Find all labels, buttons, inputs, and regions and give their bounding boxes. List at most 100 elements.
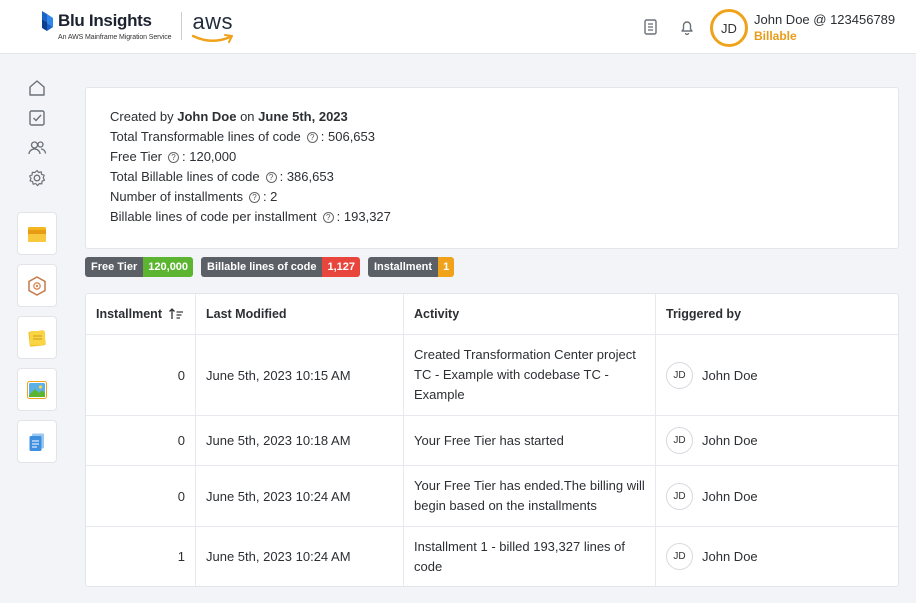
summary-line: Billable lines of code per installment ?… bbox=[110, 207, 874, 227]
badge-label: Billable lines of code bbox=[201, 257, 323, 277]
summary-value: : 120,000 bbox=[182, 149, 237, 164]
triggered-by-cell: JD John Doe bbox=[656, 527, 898, 586]
created-date: June 5th, 2023 bbox=[258, 109, 348, 124]
activity-cell: Your Free Tier has started bbox=[404, 416, 656, 465]
created-prefix: Created by bbox=[110, 109, 174, 124]
installment-cell: 1 bbox=[86, 527, 196, 586]
summary-label: Billable lines of code per installment bbox=[110, 209, 317, 224]
user-name[interactable]: John Doe @ 123456789 bbox=[754, 12, 895, 27]
created-line: Created by John Doe on June 5th, 2023 bbox=[110, 107, 874, 127]
help-icon[interactable]: ? bbox=[168, 151, 180, 163]
triggered-by-cell: JD John Doe bbox=[656, 466, 898, 526]
user-avatar[interactable]: JD bbox=[710, 9, 748, 47]
aws-logo: aws bbox=[192, 10, 236, 44]
user-avatar: JD bbox=[666, 427, 693, 454]
badge-value: 120,000 bbox=[143, 257, 194, 277]
activity-cell: Installment 1 - billed 193,327 lines of … bbox=[404, 527, 656, 586]
folder-tile[interactable] bbox=[17, 212, 57, 255]
activity-cell: Your Free Tier has ended.The billing wil… bbox=[404, 466, 656, 526]
last-modified-cell: June 5th, 2023 10:15 AM bbox=[196, 335, 404, 415]
last-modified-cell: June 5th, 2023 10:18 AM bbox=[196, 416, 404, 465]
filter-badges: Free Tier 120,000 Billable lines of code… bbox=[85, 257, 455, 277]
activity-text: Installment 1 - billed 193,327 lines of … bbox=[414, 538, 626, 574]
sort-ascending-icon[interactable] bbox=[168, 307, 184, 321]
summary-line: Free Tier ? : 120,000 bbox=[110, 147, 874, 167]
brand-subtitle: An AWS Mainframe Migration Service bbox=[58, 34, 172, 41]
triggered-by-cell: JD John Doe bbox=[656, 416, 898, 465]
table-header-row: Installment Last Modified Activity Trigg… bbox=[86, 294, 898, 335]
package-tile[interactable] bbox=[17, 264, 57, 307]
image-icon bbox=[27, 380, 47, 399]
summary-value: : 2 bbox=[262, 189, 278, 204]
table-row[interactable]: 0 June 5th, 2023 10:18 AM Your Free Tier… bbox=[86, 416, 898, 466]
badge-value: 1 bbox=[438, 257, 455, 277]
last-modified-cell: June 5th, 2023 10:24 AM bbox=[196, 466, 404, 526]
summary-label: Number of installments bbox=[110, 189, 243, 204]
brand-divider bbox=[181, 12, 183, 40]
summary-label: Total Billable lines of code bbox=[110, 169, 260, 184]
triggered-by-cell: JD John Doe bbox=[656, 335, 898, 415]
project-summary-card: Created by John Doe on June 5th, 2023 To… bbox=[85, 87, 899, 249]
notifications-bell-icon[interactable] bbox=[678, 18, 696, 36]
sticky-note-icon bbox=[28, 329, 46, 347]
top-bar: Blu Insights An AWS Mainframe Migration … bbox=[0, 0, 916, 54]
help-icon[interactable]: ? bbox=[248, 191, 260, 203]
summary-value: : 386,653 bbox=[279, 169, 334, 184]
activity-text: Your Free Tier has ended.The billing wil… bbox=[414, 478, 645, 513]
installment-badge[interactable]: Installment 1 bbox=[368, 257, 455, 277]
col-header-label: Activity bbox=[414, 307, 460, 321]
col-header-label: Last Modified bbox=[206, 307, 287, 321]
home-icon[interactable] bbox=[27, 78, 47, 98]
free-tier-badge[interactable]: Free Tier 120,000 bbox=[85, 257, 194, 277]
installment-cell: 0 bbox=[86, 335, 196, 415]
user-name: John Doe bbox=[702, 488, 758, 504]
activity-text: Created Transformation Center project TC… bbox=[414, 347, 636, 402]
folder-icon bbox=[28, 226, 46, 242]
users-icon[interactable] bbox=[27, 138, 47, 158]
user-avatar: JD bbox=[666, 482, 693, 510]
user-name: John Doe bbox=[702, 367, 758, 383]
package-icon bbox=[28, 275, 46, 296]
badge-label: Free Tier bbox=[85, 257, 144, 277]
sticky-note-tile[interactable] bbox=[17, 316, 57, 359]
badge-label: Installment bbox=[368, 257, 439, 277]
billable-loc-badge[interactable]: Billable lines of code 1,127 bbox=[201, 257, 360, 277]
tasks-icon[interactable] bbox=[27, 108, 47, 128]
help-icon[interactable]: ? bbox=[322, 211, 334, 223]
table-row[interactable]: 0 June 5th, 2023 10:24 AM Your Free Tier… bbox=[86, 466, 898, 527]
summary-line: Number of installments ? : 2 bbox=[110, 187, 874, 207]
settings-icon[interactable] bbox=[27, 168, 47, 188]
documentation-icon[interactable] bbox=[642, 18, 660, 36]
help-icon[interactable]: ? bbox=[265, 171, 277, 183]
table-row[interactable]: 0 June 5th, 2023 10:15 AM Created Transf… bbox=[86, 335, 898, 416]
summary-value: : 506,653 bbox=[320, 129, 375, 144]
badge-value: 1,127 bbox=[322, 257, 360, 277]
summary-value: : 193,327 bbox=[336, 209, 391, 224]
help-icon[interactable]: ? bbox=[306, 131, 318, 143]
brand-name: Blu Insights bbox=[58, 11, 152, 30]
summary-line: Total Transformable lines of code ? : 50… bbox=[110, 127, 874, 147]
col-header-label: Triggered by bbox=[666, 307, 742, 321]
brand-logo[interactable]: Blu Insights An AWS Mainframe Migration … bbox=[40, 10, 236, 44]
image-tile[interactable] bbox=[17, 368, 57, 411]
blu-insights-logo-icon bbox=[40, 10, 55, 32]
user-avatar: JD bbox=[666, 361, 693, 389]
installment-cell: 0 bbox=[86, 466, 196, 526]
activity-cell: Created Transformation Center project TC… bbox=[404, 335, 656, 415]
summary-label: Free Tier bbox=[110, 149, 163, 164]
summary-line: Total Billable lines of code ? : 386,653 bbox=[110, 167, 874, 187]
col-activity-header[interactable]: Activity bbox=[404, 294, 656, 334]
aws-logo-text: aws bbox=[192, 9, 234, 34]
table-row[interactable]: 1 June 5th, 2023 10:24 AM Installment 1 … bbox=[86, 527, 898, 586]
aws-smile-icon bbox=[192, 34, 234, 43]
activity-table: Installment Last Modified Activity Trigg… bbox=[85, 293, 899, 587]
user-plan-status: Billable bbox=[754, 29, 797, 43]
last-modified-cell: June 5th, 2023 10:24 AM bbox=[196, 527, 404, 586]
summary-label: Total Transformable lines of code bbox=[110, 129, 301, 144]
col-triggered-by-header[interactable]: Triggered by bbox=[656, 294, 898, 334]
col-installment-header[interactable]: Installment bbox=[86, 294, 196, 334]
activity-text: Your Free Tier has started bbox=[414, 432, 564, 448]
documents-icon bbox=[29, 433, 44, 451]
col-last-modified-header[interactable]: Last Modified bbox=[196, 294, 404, 334]
documents-tile[interactable] bbox=[17, 420, 57, 463]
